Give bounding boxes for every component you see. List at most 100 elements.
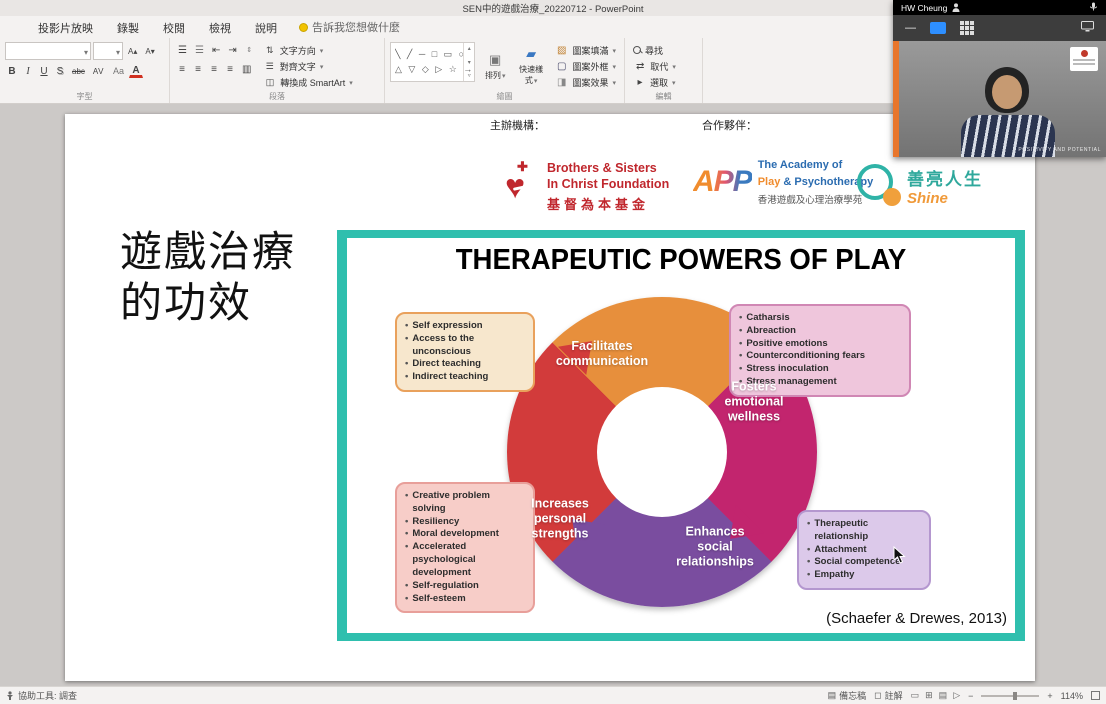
editing-group: 尋找 取代 選取 編輯 [625, 38, 703, 103]
slide[interactable]: 主辦機構： 合作夥伴： ✚ ♥ Brothers & Sisters In Ch… [65, 114, 1035, 681]
slide-canvas[interactable]: 主辦機構： 合作夥伴： ✚ ♥ Brothers & Sisters In Ch… [0, 104, 1106, 686]
bullet-item: • Access to the unconscious [405, 332, 475, 357]
increases-personal-strengths-label: Increases personal strengths [531, 496, 589, 541]
font-group: 字型 [0, 38, 170, 103]
numbering-icon[interactable] [192, 42, 207, 58]
shape-effects-button[interactable]: 圖案效果 [551, 74, 619, 90]
editing-group-label: 編輯 [655, 92, 672, 101]
shape-gallery-scroll[interactable]: ▴ ▾ ▿ [463, 43, 474, 81]
smartart-icon [263, 74, 278, 90]
paragraph-group-label: 段落 [269, 92, 285, 101]
zoom-slider[interactable] [981, 691, 1040, 700]
accessibility-icon [7, 690, 13, 700]
normal-view-icon[interactable]: ▭ [911, 690, 920, 701]
select-icon [633, 74, 647, 90]
tell-me-box[interactable]: 告訴我您想做什麼 [289, 16, 410, 38]
fosters-emotional-wellness-label: Fosters emotional wellness [724, 379, 784, 424]
ribbon-tab[interactable]: 校閱 [151, 16, 197, 38]
zoom-slider-thumb[interactable] [1013, 691, 1018, 700]
bullet-item: • Catharsis [739, 312, 790, 323]
strikethrough-icon[interactable] [69, 63, 88, 79]
replace-icon [633, 58, 647, 74]
facilitates-items-box: • Self expression • Access to the unconscio… [395, 312, 535, 393]
character-spacing-icon[interactable] [90, 63, 107, 79]
reading-view-icon[interactable]: ▤ [939, 690, 948, 701]
underline-icon[interactable] [37, 63, 51, 79]
text-shadow-icon[interactable] [53, 63, 67, 79]
ribbon-tab[interactable]: 檢視 [197, 16, 243, 38]
ribbon-tab[interactable]: 投影片放映 [26, 16, 105, 38]
bullet-item: • Counterconditioning fears [739, 350, 866, 362]
shrink-font-icon[interactable] [142, 43, 157, 59]
fit-to-window-icon[interactable] [1091, 691, 1100, 700]
align-center-icon[interactable] [191, 61, 205, 77]
backdrop-orange-stripe [893, 41, 899, 157]
tell-me-label: 告訴我您想做什麼 [312, 22, 400, 34]
font-color-icon[interactable] [129, 64, 143, 78]
align-right-icon[interactable] [207, 61, 221, 77]
convert-smartart-button[interactable]: 轉換成 SmartArt [260, 74, 356, 90]
bullet-item: • Direct teaching [405, 358, 481, 370]
zoom-out-button[interactable]: − [968, 691, 973, 701]
find-button[interactable]: 尋找 [630, 42, 697, 58]
slideshow-view-icon[interactable]: ▷ [953, 690, 960, 701]
bullet-item: • Stress inoculation [739, 363, 829, 375]
minimize-button[interactable]: — [905, 22, 916, 34]
bold-icon[interactable] [5, 63, 19, 79]
slide-sorter-view-icon[interactable]: ⊞ [925, 690, 933, 701]
font-name-combo[interactable] [5, 42, 91, 60]
overlay-window-controls: — [893, 15, 1106, 41]
bullets-icon[interactable] [175, 42, 190, 58]
zoom-level[interactable]: 114% [1061, 691, 1083, 701]
bullet-item: • Self expression [405, 320, 483, 331]
change-case-icon[interactable] [109, 63, 127, 79]
font-size-combo[interactable] [93, 42, 123, 60]
mouse-cursor [893, 546, 906, 564]
notes-button[interactable]: 備忘稿 [828, 689, 866, 702]
status-bar: 協助工具: 調查 備忘稿 註解 ▭ ⊞ ▤ ▷ − + 114% [0, 686, 1106, 704]
therapeutic-powers-diagram: THERAPEUTIC POWERS OF PLAY Facilitates c… [337, 230, 1025, 641]
bullet-item: • Accelerated psychological development [405, 541, 476, 578]
select-button[interactable]: 選取 [630, 74, 697, 90]
quick-styles-icon [526, 46, 536, 62]
shine-logo: 善亮人生 Shine [857, 164, 983, 208]
align-text-button[interactable]: 對齊文字 [260, 58, 356, 74]
shine-logo-icon [857, 164, 901, 208]
video-call-overlay[interactable]: HW Cheung — POSITIVITY AND POTENTIAL [893, 0, 1106, 157]
bullet-item: • Self-regulation [405, 579, 479, 591]
screen-share-icon[interactable] [1081, 21, 1094, 32]
replace-button[interactable]: 取代 [630, 58, 697, 74]
restore-window-button[interactable] [930, 22, 946, 34]
columns-icon[interactable] [239, 61, 254, 77]
accessibility-status[interactable]: 協助工具: 調查 [18, 689, 77, 702]
bullet-item: • Abreaction [739, 324, 796, 336]
bsc-logo: ✚ ♥ Brothers & Sisters In Christ Foundat… [503, 160, 669, 214]
shape-outline-button[interactable]: 圖案外框 [551, 58, 619, 74]
gallery-view-icon[interactable] [960, 21, 974, 35]
window-title: SEN中的遊戲治療_20220712 - PowerPoint [462, 4, 644, 15]
justify-icon[interactable] [223, 61, 237, 77]
arrange-button[interactable]: 排列 [479, 42, 511, 90]
quick-styles-button[interactable]: 快速樣式 [515, 42, 547, 90]
shape-outline-icon [554, 58, 569, 74]
zoom-in-button[interactable]: + [1047, 691, 1052, 701]
ribbon-tab[interactable]: 錄製 [105, 16, 151, 38]
ribbon-tab[interactable]: 說明 [243, 16, 289, 38]
bullet-item: • Indirect teaching [405, 371, 489, 383]
mic-icon[interactable] [1089, 2, 1098, 11]
increase-indent-icon[interactable] [225, 42, 239, 58]
backdrop-logo [1070, 47, 1098, 71]
grow-font-icon[interactable] [125, 43, 140, 59]
drawing-group: ▴▾▿ 排列 快速樣式 圖案填滿 圖案外框 [385, 38, 625, 103]
italic-icon[interactable] [21, 63, 35, 79]
align-left-icon[interactable] [175, 61, 189, 77]
shape-gallery[interactable]: ▴▾▿ [390, 42, 476, 82]
text-direction-button[interactable]: 文字方向 [260, 42, 356, 58]
shape-effects-icon [554, 74, 569, 90]
decrease-indent-icon[interactable] [209, 42, 223, 58]
shape-fill-button[interactable]: 圖案填滿 [551, 42, 619, 58]
line-spacing-icon[interactable] [242, 42, 256, 58]
participant-name-bar: HW Cheung [893, 0, 1106, 15]
enhances-items-box: • Therapeutic relationship • Attachment • Soc… [797, 510, 931, 591]
comments-button[interactable]: 註解 [874, 689, 903, 702]
